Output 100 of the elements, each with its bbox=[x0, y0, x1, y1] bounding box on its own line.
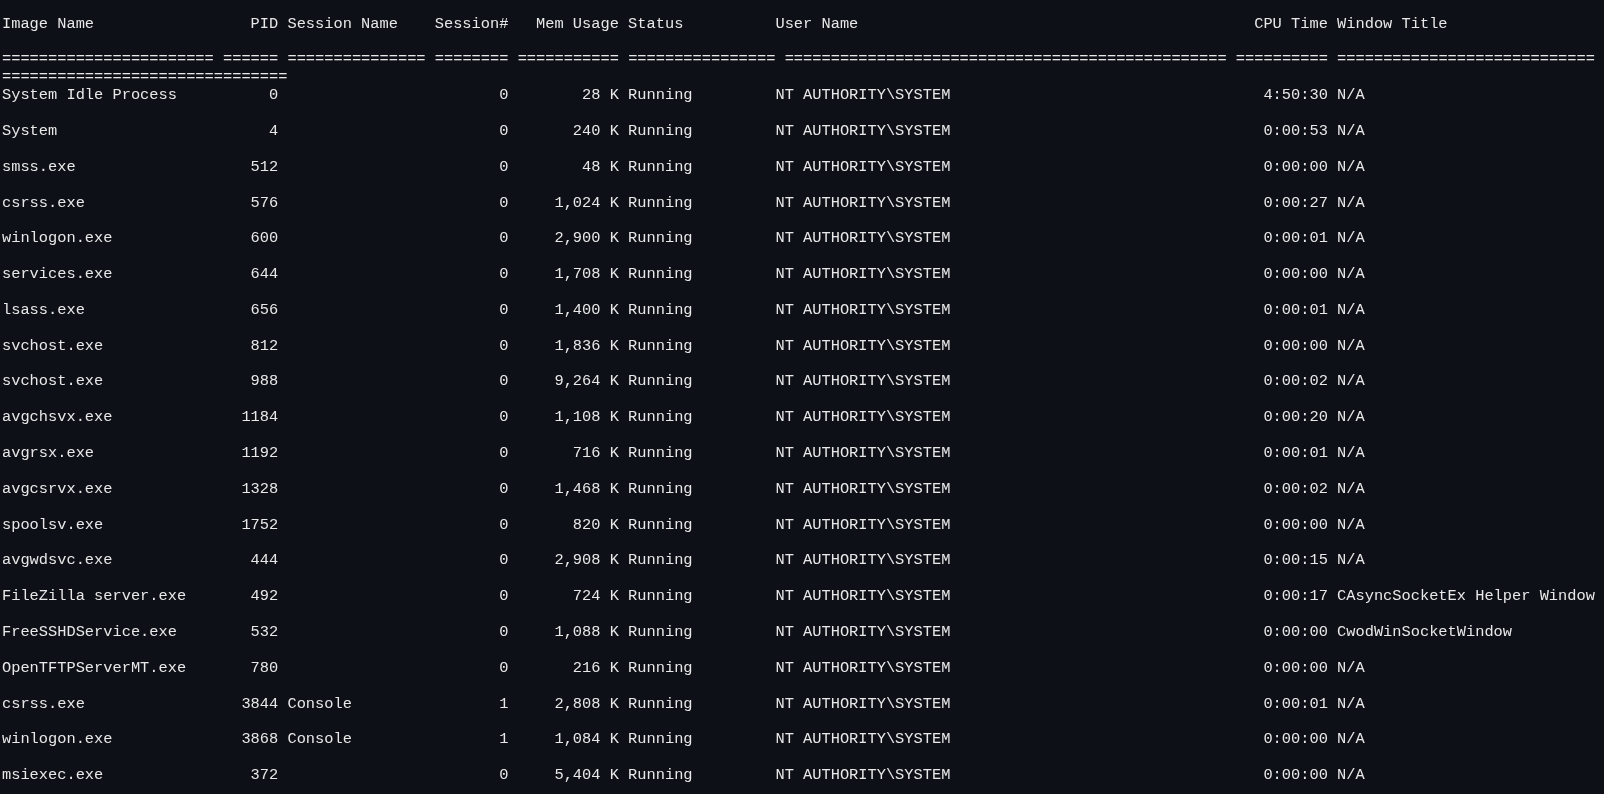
table-cell: 1 bbox=[499, 694, 509, 713]
table-cell: N/A bbox=[1337, 336, 1365, 355]
table-cell: 988 bbox=[250, 372, 279, 391]
table-cell: NT AUTHORITY\SYSTEM bbox=[775, 300, 951, 319]
table-cell: N/A bbox=[1337, 86, 1365, 105]
table-cell: 0 bbox=[499, 86, 509, 105]
table-cell: N/A bbox=[1337, 229, 1365, 248]
table-cell: 216 K bbox=[572, 658, 619, 677]
table-cell: 0:00:01 bbox=[1263, 444, 1328, 463]
table-cell: avgchsvx.exe bbox=[2, 408, 113, 427]
table-cell: 600 bbox=[250, 229, 279, 248]
table-cell: CAsyncSocketEx Helper Window bbox=[1337, 587, 1595, 606]
table-cell: 1184 bbox=[241, 408, 279, 427]
table-cell: CwodWinSocketWindow bbox=[1337, 623, 1513, 642]
table-cell: N/A bbox=[1337, 193, 1365, 212]
table-cell: 512 bbox=[250, 157, 279, 176]
table-cell: NT AUTHORITY\SYSTEM bbox=[775, 515, 951, 534]
table-cell: smss.exe bbox=[2, 157, 76, 176]
table-cell: FileZilla server.exe bbox=[2, 587, 187, 606]
column-header: Image Name bbox=[2, 14, 95, 33]
table-cell: Running bbox=[628, 372, 693, 391]
table-cell: 2,808 K bbox=[554, 694, 619, 713]
table-cell: 644 bbox=[250, 265, 279, 284]
table-cell: 0 bbox=[269, 86, 279, 105]
table-cell: 820 K bbox=[572, 515, 619, 534]
table-cell: Running bbox=[628, 479, 693, 498]
table-cell: 28 K bbox=[582, 86, 619, 105]
table-cell: 0:00:02 bbox=[1263, 372, 1328, 391]
table-cell: Running bbox=[628, 229, 693, 248]
table-cell: 0:00:20 bbox=[1263, 408, 1328, 427]
table-cell: OpenTFTPServerMT.exe bbox=[2, 658, 187, 677]
table-cell: Running bbox=[628, 408, 693, 427]
table-cell: 0 bbox=[499, 587, 509, 606]
table-cell: N/A bbox=[1337, 121, 1365, 140]
table-cell: N/A bbox=[1337, 658, 1365, 677]
table-cell: 2,900 K bbox=[554, 229, 619, 248]
table-cell: Running bbox=[628, 623, 693, 642]
table-cell: Running bbox=[628, 730, 693, 749]
table-cell: avgwdsvc.exe bbox=[2, 551, 113, 570]
table-cell: N/A bbox=[1337, 515, 1365, 534]
table-cell: Running bbox=[628, 86, 693, 105]
table-cell: svchost.exe bbox=[2, 336, 104, 355]
table-cell: avgcsrvx.exe bbox=[2, 479, 113, 498]
table-cell: 240 K bbox=[572, 121, 619, 140]
table-cell: csrss.exe bbox=[2, 193, 85, 212]
table-cell: NT AUTHORITY\SYSTEM bbox=[775, 694, 951, 713]
table-cell: 0 bbox=[499, 265, 509, 284]
table-cell: N/A bbox=[1337, 157, 1365, 176]
table-cell: lsass.exe bbox=[2, 300, 85, 319]
column-header: User Name bbox=[775, 14, 859, 33]
table-cell: 0:00:01 bbox=[1263, 300, 1328, 319]
table-cell: 0 bbox=[499, 408, 509, 427]
table-cell: services.exe bbox=[2, 265, 113, 284]
table-cell: 0 bbox=[499, 372, 509, 391]
table-cell: Running bbox=[628, 300, 693, 319]
table-cell: 0:00:53 bbox=[1263, 121, 1328, 140]
table-cell: Running bbox=[628, 587, 693, 606]
table-cell: Running bbox=[628, 444, 693, 463]
table-cell: 0 bbox=[499, 658, 509, 677]
table-cell: 1,088 K bbox=[554, 623, 619, 642]
table-cell: NT AUTHORITY\SYSTEM bbox=[775, 265, 951, 284]
table-cell: 716 K bbox=[572, 444, 619, 463]
table-cell: NT AUTHORITY\SYSTEM bbox=[775, 121, 951, 140]
table-cell: svchost.exe bbox=[2, 372, 104, 391]
table-cell: 1328 bbox=[241, 479, 279, 498]
table-cell: System Idle Process bbox=[2, 86, 177, 105]
table-cell: NT AUTHORITY\SYSTEM bbox=[775, 193, 951, 212]
table-cell: 0 bbox=[499, 336, 509, 355]
table-cell: 372 bbox=[250, 766, 279, 785]
table-cell: 0 bbox=[499, 193, 509, 212]
table-cell: 0:00:27 bbox=[1263, 193, 1328, 212]
table-cell: Running bbox=[628, 551, 693, 570]
table-cell: Running bbox=[628, 766, 693, 785]
table-cell: Console bbox=[287, 730, 352, 749]
table-cell: 4 bbox=[269, 121, 279, 140]
column-header: Session Name bbox=[287, 14, 398, 33]
table-cell: 656 bbox=[250, 300, 279, 319]
table-cell: N/A bbox=[1337, 372, 1365, 391]
table-cell: 1 bbox=[499, 730, 509, 749]
table-cell: NT AUTHORITY\SYSTEM bbox=[775, 336, 951, 355]
table-cell: 0:00:00 bbox=[1263, 336, 1328, 355]
table-cell: 0:00:01 bbox=[1263, 694, 1328, 713]
table-cell: 492 bbox=[250, 587, 279, 606]
table-cell: N/A bbox=[1337, 766, 1365, 785]
table-cell: 0 bbox=[499, 623, 509, 642]
table-cell: csrss.exe bbox=[2, 694, 85, 713]
table-cell: 0:00:00 bbox=[1263, 766, 1328, 785]
table-cell: 0 bbox=[499, 300, 509, 319]
table-cell: 0:00:17 bbox=[1263, 587, 1328, 606]
table-cell: 532 bbox=[250, 623, 279, 642]
column-header: PID bbox=[250, 14, 279, 33]
table-cell: 576 bbox=[250, 193, 279, 212]
table-cell: 0 bbox=[499, 551, 509, 570]
table-cell: 1,400 K bbox=[554, 300, 619, 319]
table-cell: winlogon.exe bbox=[2, 730, 113, 749]
table-cell: NT AUTHORITY\SYSTEM bbox=[775, 157, 951, 176]
table-cell: spoolsv.exe bbox=[2, 515, 104, 534]
table-cell: 0 bbox=[499, 157, 509, 176]
table-cell: N/A bbox=[1337, 265, 1365, 284]
table-cell: NT AUTHORITY\SYSTEM bbox=[775, 551, 951, 570]
